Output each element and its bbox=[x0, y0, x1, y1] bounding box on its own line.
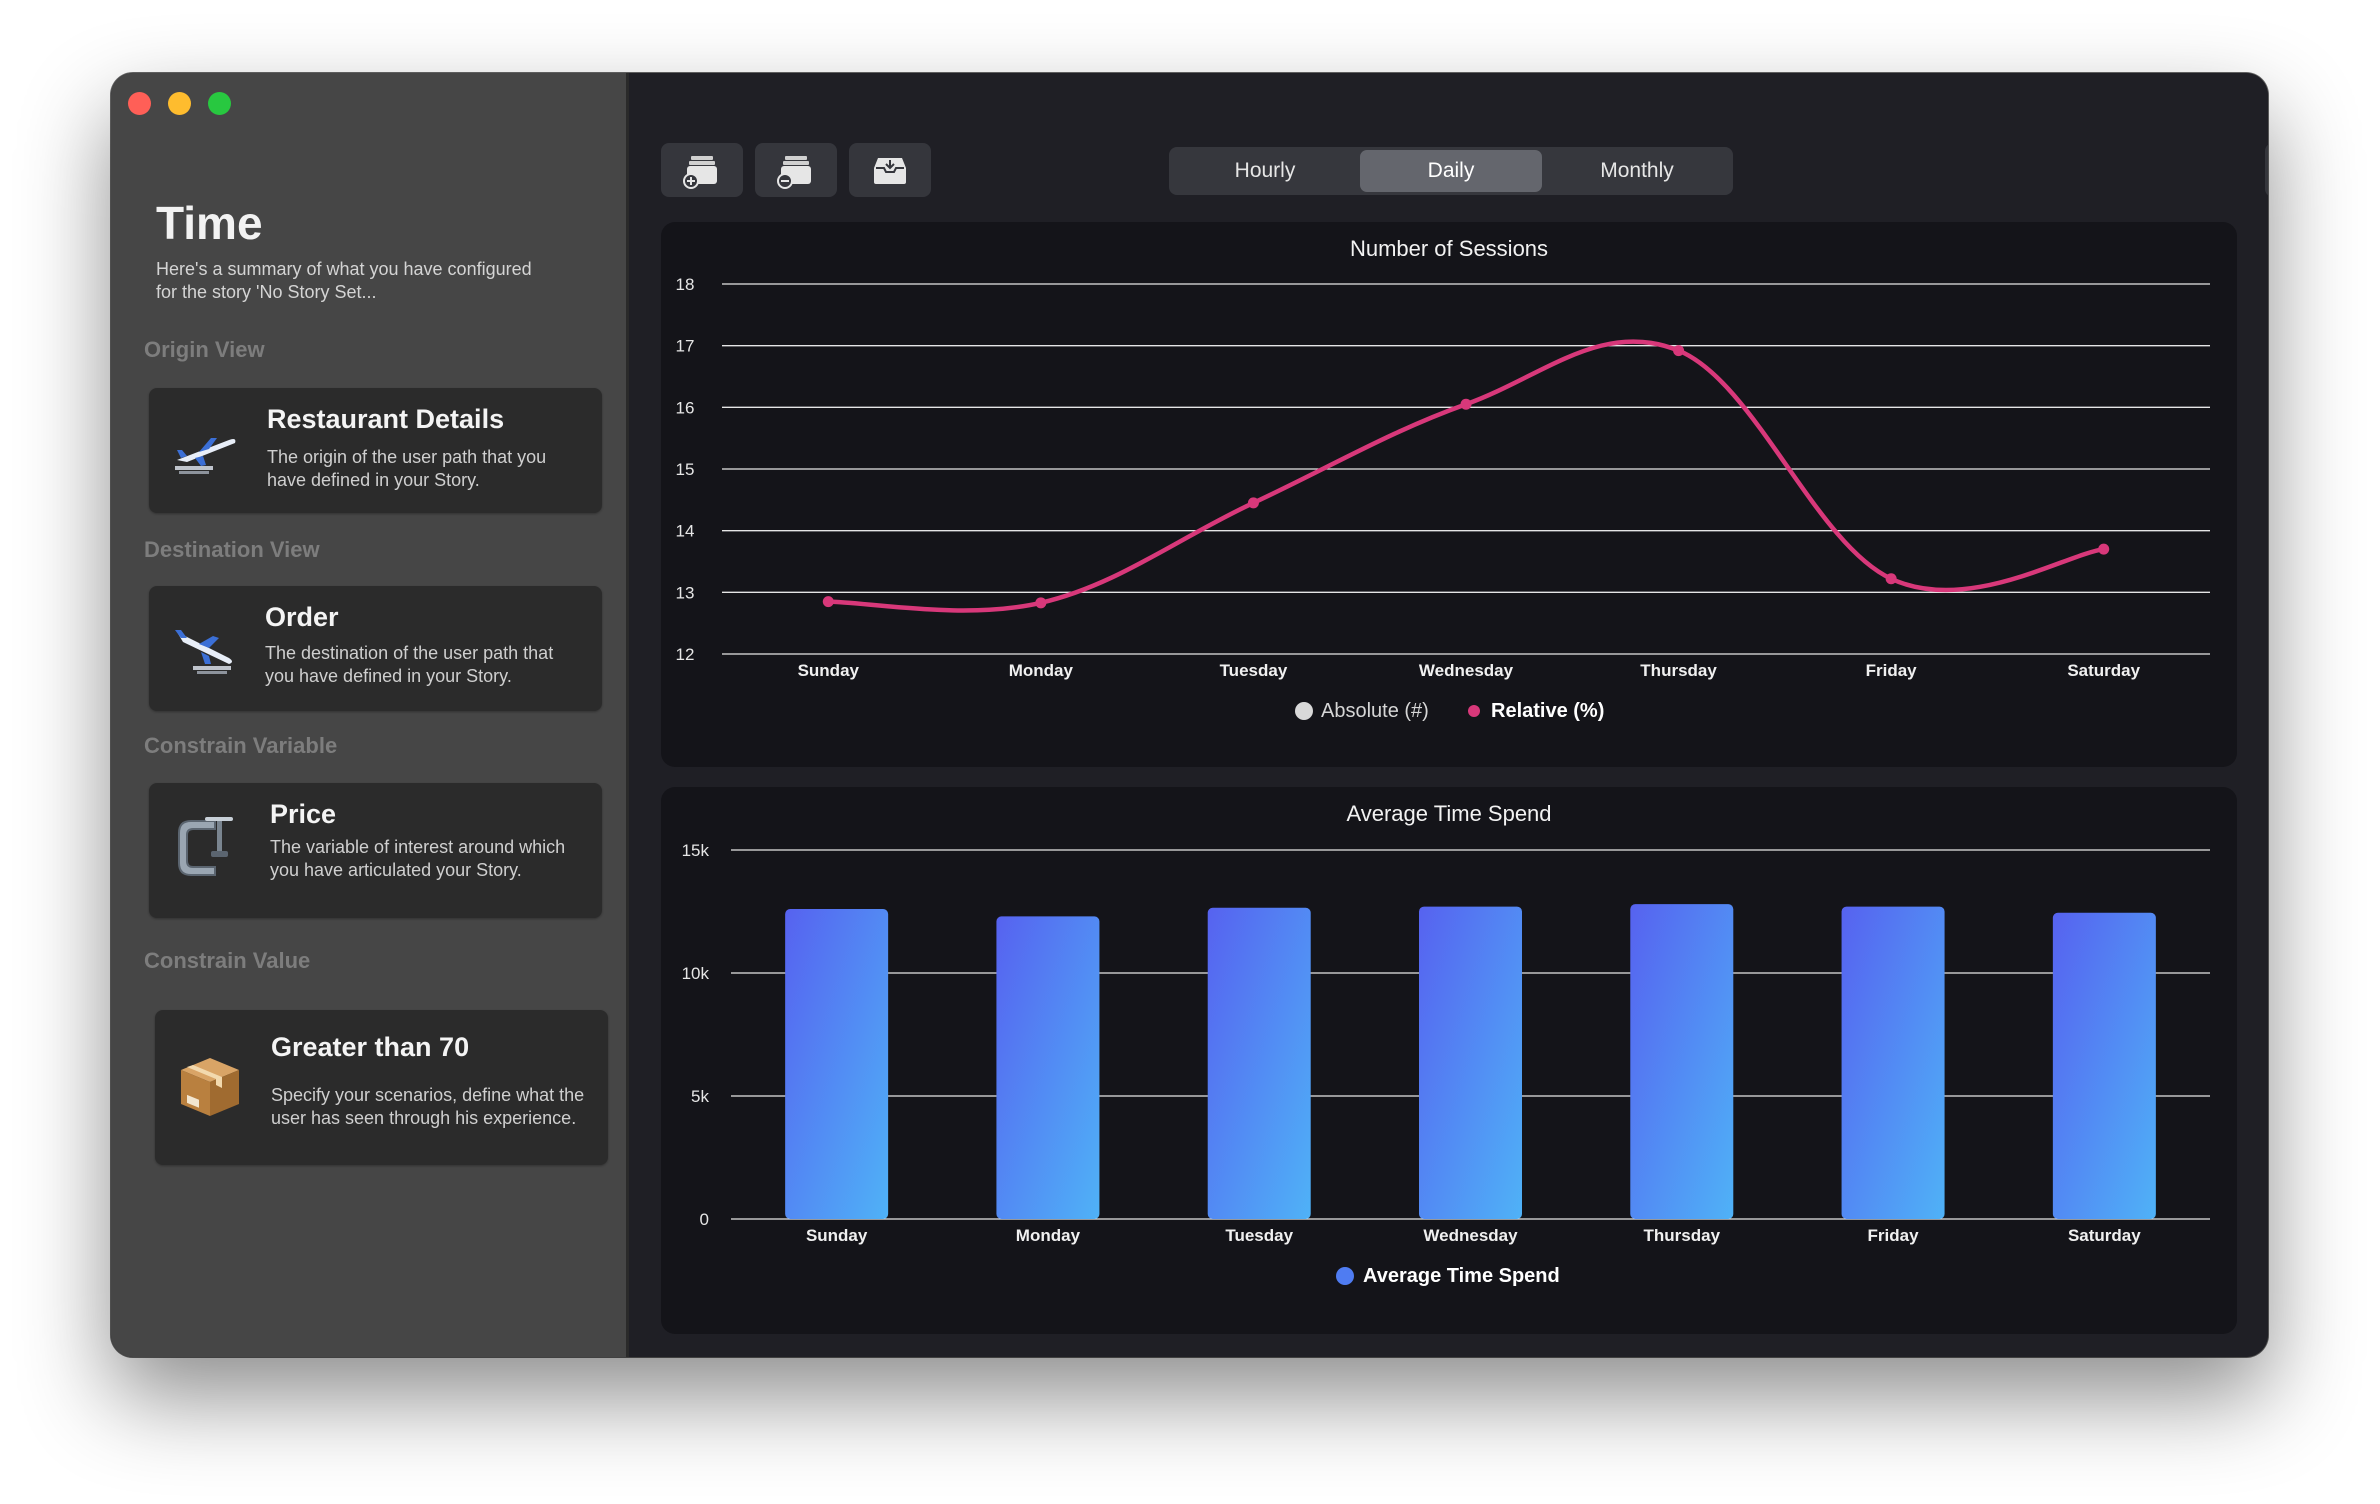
y-tick-label: 15 bbox=[676, 460, 695, 479]
series-line-relative bbox=[826, 339, 2106, 613]
app-window: Time Here's a summary of what you have c… bbox=[111, 73, 2268, 1357]
tab-monthly[interactable]: Monthly bbox=[1546, 150, 1728, 192]
x-tick-label: Monday bbox=[1009, 661, 1074, 680]
main-content: Hourly Daily Monthly Number of Sessions … bbox=[629, 73, 2268, 1357]
origin-card-title: Restaurant Details bbox=[267, 404, 505, 434]
x-tick-label: Tuesday bbox=[1225, 1226, 1293, 1245]
page-title: Time bbox=[156, 197, 263, 249]
data-point bbox=[1673, 345, 1685, 357]
x-tick-label: Thursday bbox=[1644, 1226, 1721, 1245]
x-tick-label: Thursday bbox=[1640, 661, 1717, 680]
destination-view-card[interactable]: Order The destination of the user path t… bbox=[149, 586, 602, 711]
x-tick-label: Wednesday bbox=[1419, 661, 1514, 680]
add-tray-icon bbox=[683, 156, 717, 189]
sidebar: Time Here's a summary of what you have c… bbox=[111, 73, 629, 1357]
constrain-variable-card[interactable]: Price The variable of interest around wh… bbox=[149, 783, 602, 918]
archive-button[interactable] bbox=[849, 143, 931, 197]
clamp-icon bbox=[171, 815, 241, 885]
x-tick-label: Saturday bbox=[2067, 661, 2140, 680]
time-spend-chart-panel: Average Time Spend 0 5k 10k 15k Sunday Monday… bbox=[661, 787, 2237, 1334]
legend-swatch-average bbox=[1336, 1267, 1354, 1285]
y-tick-label: 16 bbox=[676, 398, 695, 417]
legend-swatch-relative bbox=[1468, 705, 1480, 717]
bar bbox=[996, 916, 1100, 1219]
data-point bbox=[1460, 398, 1472, 410]
data-point bbox=[1885, 573, 1897, 585]
x-tick-label: Saturday bbox=[2068, 1226, 2141, 1245]
bar bbox=[1419, 906, 1522, 1219]
destination-card-title: Order bbox=[265, 602, 339, 632]
variable-card-title: Price bbox=[270, 799, 337, 829]
y-tick-label: 5k bbox=[691, 1087, 709, 1106]
bar bbox=[1841, 906, 1945, 1219]
add-tray-button[interactable] bbox=[661, 143, 743, 197]
minimize-window-button[interactable] bbox=[168, 92, 191, 115]
x-tick-label: Friday bbox=[1866, 661, 1918, 680]
data-point bbox=[1035, 597, 1047, 609]
archive-box-icon bbox=[874, 158, 906, 184]
section-label-variable: Constrain Variable bbox=[144, 733, 338, 758]
remove-tray-button[interactable] bbox=[755, 143, 837, 197]
legend-swatch-absolute bbox=[1295, 702, 1313, 720]
value-card-description: Specify your scenarios, define what the … bbox=[271, 1085, 585, 1128]
y-tick-label: 17 bbox=[676, 337, 695, 356]
page-subtitle: Here's a summary of what you have config… bbox=[156, 259, 532, 302]
y-tick-label: 18 bbox=[676, 275, 695, 294]
y-tick-label: 12 bbox=[676, 645, 695, 664]
legend-label-relative: Relative (%) bbox=[1491, 700, 1604, 722]
section-label-destination: Destination View bbox=[144, 537, 320, 562]
x-tick-label: Monday bbox=[1016, 1226, 1081, 1245]
x-tick-label: Sunday bbox=[806, 1226, 868, 1245]
variable-card-description: The variable of interest around which yo… bbox=[270, 837, 566, 880]
sessions-line-chart: 12 13 14 15 16 17 18 Sunday Monday Tuesday Wednesd… bbox=[676, 275, 2210, 722]
section-label-value: Constrain Value bbox=[144, 948, 311, 973]
data-point bbox=[822, 596, 834, 608]
bar bbox=[2052, 912, 2156, 1219]
time-spend-bar-chart: 0 5k 10k 15k Sunday Monday Tuesday Wednesday Thu… bbox=[682, 841, 2210, 1287]
legend-label-average: Average Time Spend bbox=[1363, 1265, 1560, 1287]
y-tick-label: 13 bbox=[676, 583, 695, 602]
legend-label-absolute: Absolute (#) bbox=[1321, 700, 1429, 722]
origin-view-card[interactable]: Restaurant Details The origin of the use… bbox=[149, 388, 602, 513]
airplane-landing-icon bbox=[171, 614, 241, 684]
data-point bbox=[2098, 543, 2110, 555]
bar bbox=[785, 909, 889, 1219]
y-tick-label: 15k bbox=[682, 841, 710, 860]
zoom-window-button[interactable] bbox=[208, 92, 231, 115]
sessions-chart-panel: Number of Sessions 12 13 14 15 16 17 18 Sunday M… bbox=[661, 222, 2237, 767]
x-tick-label: Sunday bbox=[798, 661, 860, 680]
x-tick-label: Wednesday bbox=[1423, 1226, 1518, 1245]
tab-daily[interactable]: Daily bbox=[1360, 150, 1542, 192]
data-point bbox=[1247, 497, 1259, 509]
destination-card-description: The destination of the user path that yo… bbox=[265, 643, 554, 686]
value-card-title: Greater than 70 bbox=[271, 1032, 470, 1062]
x-tick-label: Friday bbox=[1868, 1226, 1920, 1245]
bar bbox=[1207, 907, 1311, 1219]
tab-hourly[interactable]: Hourly bbox=[1174, 150, 1356, 192]
section-label-origin: Origin View bbox=[144, 337, 265, 362]
y-tick-label: 0 bbox=[700, 1210, 709, 1229]
y-tick-label: 14 bbox=[676, 522, 695, 541]
origin-card-description: The origin of the user path that you hav… bbox=[267, 447, 547, 490]
y-tick-label: 10k bbox=[682, 964, 710, 983]
time-granularity-segmented-control: Hourly Daily Monthly bbox=[1169, 147, 1733, 195]
bar bbox=[1630, 904, 1734, 1219]
remove-tray-icon bbox=[777, 156, 811, 189]
constrain-value-card[interactable]: Greater than 70 Specify your scenarios, … bbox=[155, 1010, 608, 1165]
close-window-button[interactable] bbox=[128, 92, 151, 115]
package-box-icon bbox=[175, 1052, 245, 1122]
x-tick-label: Tuesday bbox=[1220, 661, 1288, 680]
airplane-takeoff-icon bbox=[171, 416, 241, 486]
settings-button[interactable] bbox=[2265, 143, 2268, 197]
